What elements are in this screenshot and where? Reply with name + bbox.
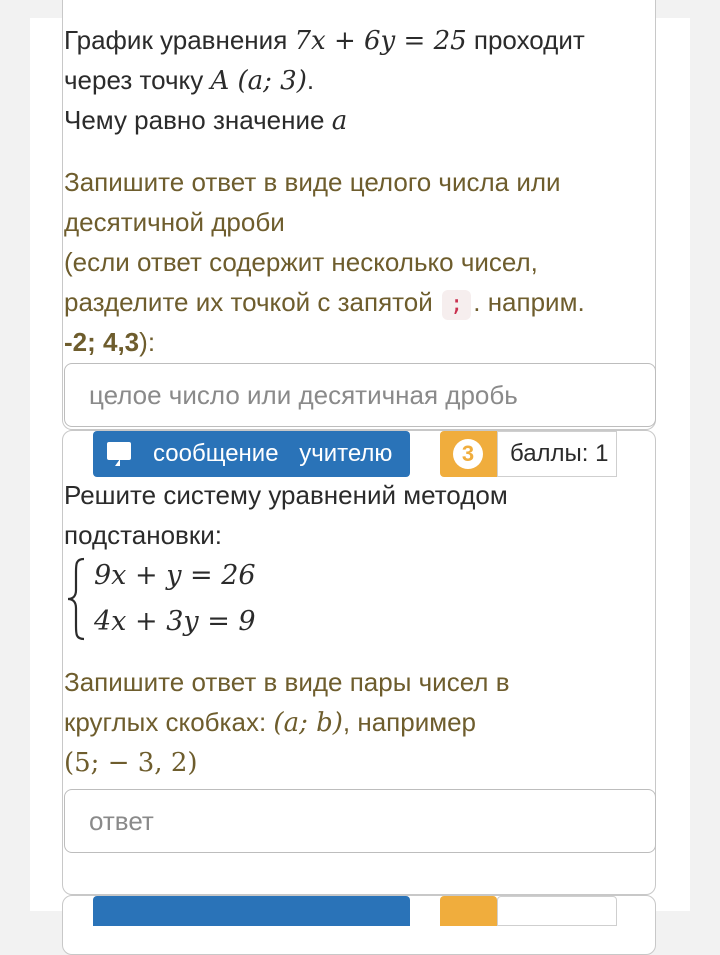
hint-line: Запишите ответ в виде целого числа или [64, 167, 561, 197]
equation: 7x + 6y = 25 [294, 26, 467, 56]
equation-system: 9x + y = 26 4x + 3y = 9 [64, 556, 364, 642]
hint-line: (если ответ содержит несколько чисел, [64, 247, 538, 277]
answer-input-q2[interactable] [64, 363, 656, 427]
button-label: сообщение учителю [153, 440, 393, 467]
next-message-button-edge[interactable] [93, 896, 410, 926]
hint-line: десятичной дроби [64, 207, 285, 237]
question-text: через точку [64, 65, 211, 95]
equation-2: 4x + 3y = 9 [94, 606, 256, 637]
message-teacher-button[interactable]: сообщение учителю [93, 431, 410, 477]
hint-text: разделите их точкой с запятой [64, 287, 440, 317]
hint-example: -2; 4,3 [64, 327, 140, 357]
question-text: проходит [466, 25, 585, 55]
point-label: A (a; 3) [210, 66, 307, 96]
chat-bubble-icon [107, 442, 131, 460]
question-number-badge: 3 [440, 431, 497, 477]
left-brace-icon [67, 557, 85, 641]
hint-text: круглых скобках: [64, 707, 274, 737]
separator-chip: ; [442, 290, 472, 320]
hint-example: (5; − 3, 2) [64, 748, 198, 778]
hint-text: . наприм. [473, 287, 585, 317]
next-points-edge [497, 896, 617, 926]
question-number: 3 [453, 439, 483, 469]
hint-text: ): [139, 327, 156, 357]
question-text: Чему равно значение [64, 105, 332, 135]
question-2-line-2: через точку A (a; 3). [64, 60, 314, 101]
hint-text: , например [342, 707, 477, 737]
variable: a [331, 106, 348, 136]
points-label: баллы: 1 [497, 431, 617, 477]
equation-1: 9x + y = 26 [94, 560, 256, 591]
question-text: График уравнения [64, 25, 295, 55]
question-3-line-1: Решите систему уравнений методом [64, 480, 508, 510]
question-3-line-2: подстановки: [64, 520, 222, 550]
hint-line: разделите их точкой с запятой ;. наприм. [64, 282, 585, 322]
question-text: . [306, 65, 315, 95]
answer-input-q3[interactable] [64, 789, 656, 853]
pair-notation: (a; b) [273, 708, 343, 738]
answer-hint: Запишите ответ в виде целого числа или д… [64, 162, 585, 362]
hint-line: круглых скобках: (a; b), например [64, 702, 510, 743]
question-2-line-3: Чему равно значение a [64, 100, 347, 141]
answer-hint-q3: Запишите ответ в виде пары чисел в кругл… [64, 662, 510, 783]
hint-line: Запишите ответ в виде пары чисел в [64, 667, 510, 697]
hint-line: -2; 4,3): [64, 322, 585, 362]
question-2-line-1: График уравнения 7x + 6y = 25 проходит [64, 20, 585, 61]
next-number-badge-edge [440, 896, 497, 926]
